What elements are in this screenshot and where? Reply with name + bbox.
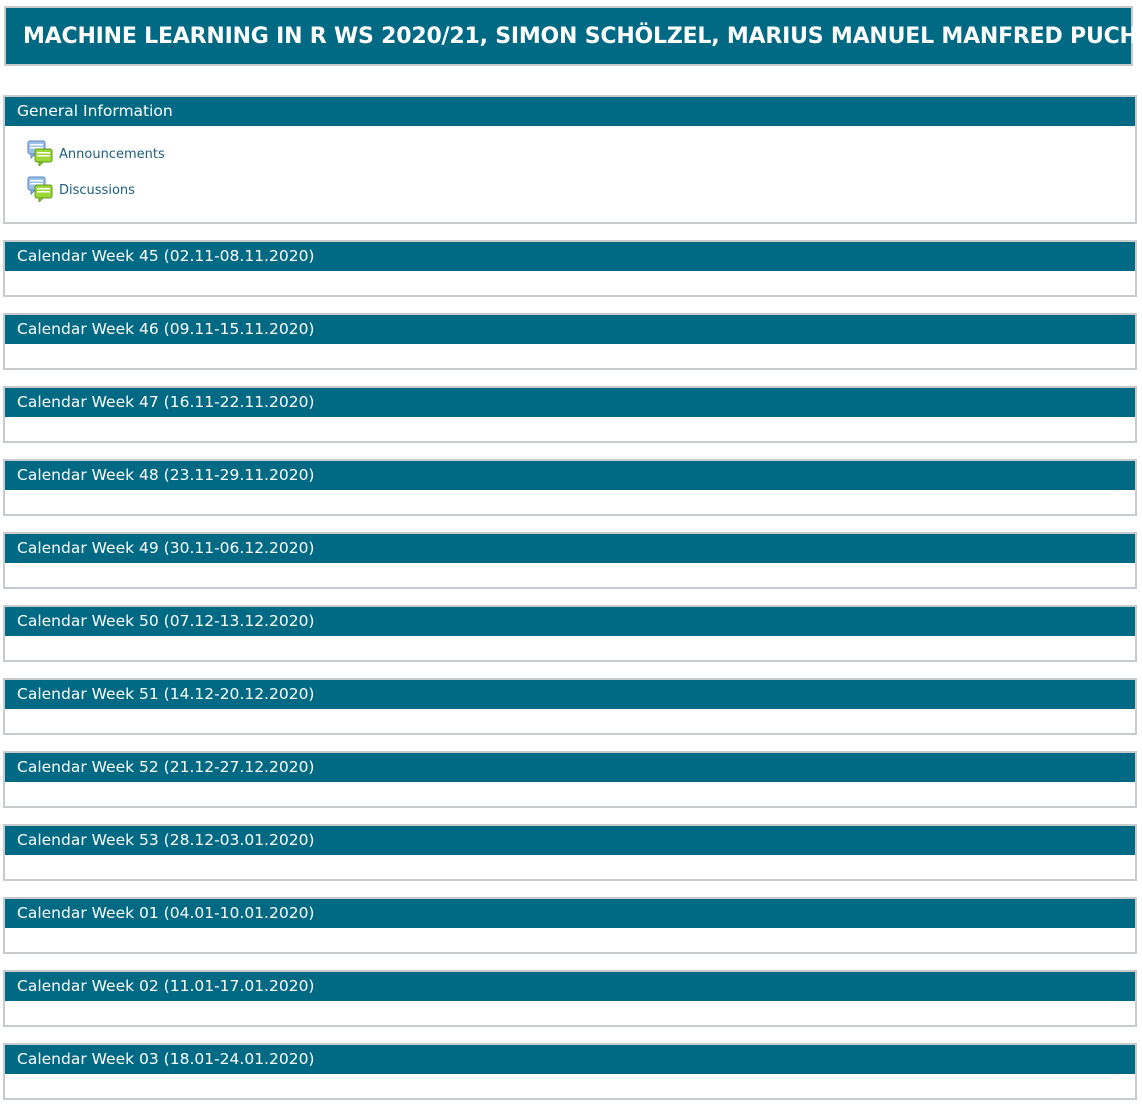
section-header-week-46: Calendar Week 46 (09.11-15.11.2020) <box>5 315 1135 344</box>
section-week-49: Calendar Week 49 (30.11-06.12.2020) <box>3 532 1137 589</box>
section-week-45: Calendar Week 45 (02.11-08.11.2020) <box>3 240 1137 297</box>
forum-icon <box>27 140 53 166</box>
section-header-week-49: Calendar Week 49 (30.11-06.12.2020) <box>5 534 1135 563</box>
announcements-link[interactable]: Announcements <box>27 138 165 166</box>
section-body-week-45 <box>5 271 1135 295</box>
section-body-week-47 <box>5 417 1135 441</box>
section-week-46: Calendar Week 46 (09.11-15.11.2020) <box>3 313 1137 370</box>
section-body-week-51 <box>5 709 1135 733</box>
section-header-week-02: Calendar Week 02 (11.01-17.01.2020) <box>5 972 1135 1001</box>
section-week-01: Calendar Week 01 (04.01-10.01.2020) <box>3 897 1137 954</box>
announcements-label[interactable]: Announcements <box>59 147 165 162</box>
discussions-link[interactable]: Discussions <box>27 174 135 202</box>
section-body-week-03 <box>5 1074 1135 1098</box>
section-header-week-53: Calendar Week 53 (28.12-03.01.2020) <box>5 826 1135 855</box>
section-body-week-46 <box>5 344 1135 368</box>
section-body-week-48 <box>5 490 1135 514</box>
section-body-week-49 <box>5 563 1135 587</box>
section-header-week-47: Calendar Week 47 (16.11-22.11.2020) <box>5 388 1135 417</box>
section-header-week-48: Calendar Week 48 (23.11-29.11.2020) <box>5 461 1135 490</box>
section-body-week-53 <box>5 855 1135 879</box>
section-week-47: Calendar Week 47 (16.11-22.11.2020) <box>3 386 1137 443</box>
discussions-label[interactable]: Discussions <box>59 183 135 198</box>
section-body-general-information: Announcements Discussions <box>5 126 1135 222</box>
course-title: MACHINE LEARNING IN R WS 2020/21, SIMON … <box>23 23 1142 49</box>
section-week-51: Calendar Week 51 (14.12-20.12.2020) <box>3 678 1137 735</box>
forum-icon <box>27 176 53 202</box>
section-header-week-01: Calendar Week 01 (04.01-10.01.2020) <box>5 899 1135 928</box>
section-general-information: General Information Announcements Discus… <box>3 95 1137 224</box>
section-week-03: Calendar Week 03 (18.01-24.01.2020) <box>3 1043 1137 1100</box>
section-header-week-52: Calendar Week 52 (21.12-27.12.2020) <box>5 753 1135 782</box>
section-body-week-02 <box>5 1001 1135 1025</box>
section-week-50: Calendar Week 50 (07.12-13.12.2020) <box>3 605 1137 662</box>
section-body-week-50 <box>5 636 1135 660</box>
section-header-week-03: Calendar Week 03 (18.01-24.01.2020) <box>5 1045 1135 1074</box>
course-title-bar: MACHINE LEARNING IN R WS 2020/21, SIMON … <box>4 6 1142 66</box>
section-week-53: Calendar Week 53 (28.12-03.01.2020) <box>3 824 1137 881</box>
section-body-week-52 <box>5 782 1135 806</box>
section-header-general-information: General Information <box>5 97 1135 126</box>
section-body-week-01 <box>5 928 1135 952</box>
section-header-week-50: Calendar Week 50 (07.12-13.12.2020) <box>5 607 1135 636</box>
section-header-week-45: Calendar Week 45 (02.11-08.11.2020) <box>5 242 1135 271</box>
section-week-52: Calendar Week 52 (21.12-27.12.2020) <box>3 751 1137 808</box>
section-week-48: Calendar Week 48 (23.11-29.11.2020) <box>3 459 1137 516</box>
section-week-02: Calendar Week 02 (11.01-17.01.2020) <box>3 970 1137 1027</box>
section-header-week-51: Calendar Week 51 (14.12-20.12.2020) <box>5 680 1135 709</box>
